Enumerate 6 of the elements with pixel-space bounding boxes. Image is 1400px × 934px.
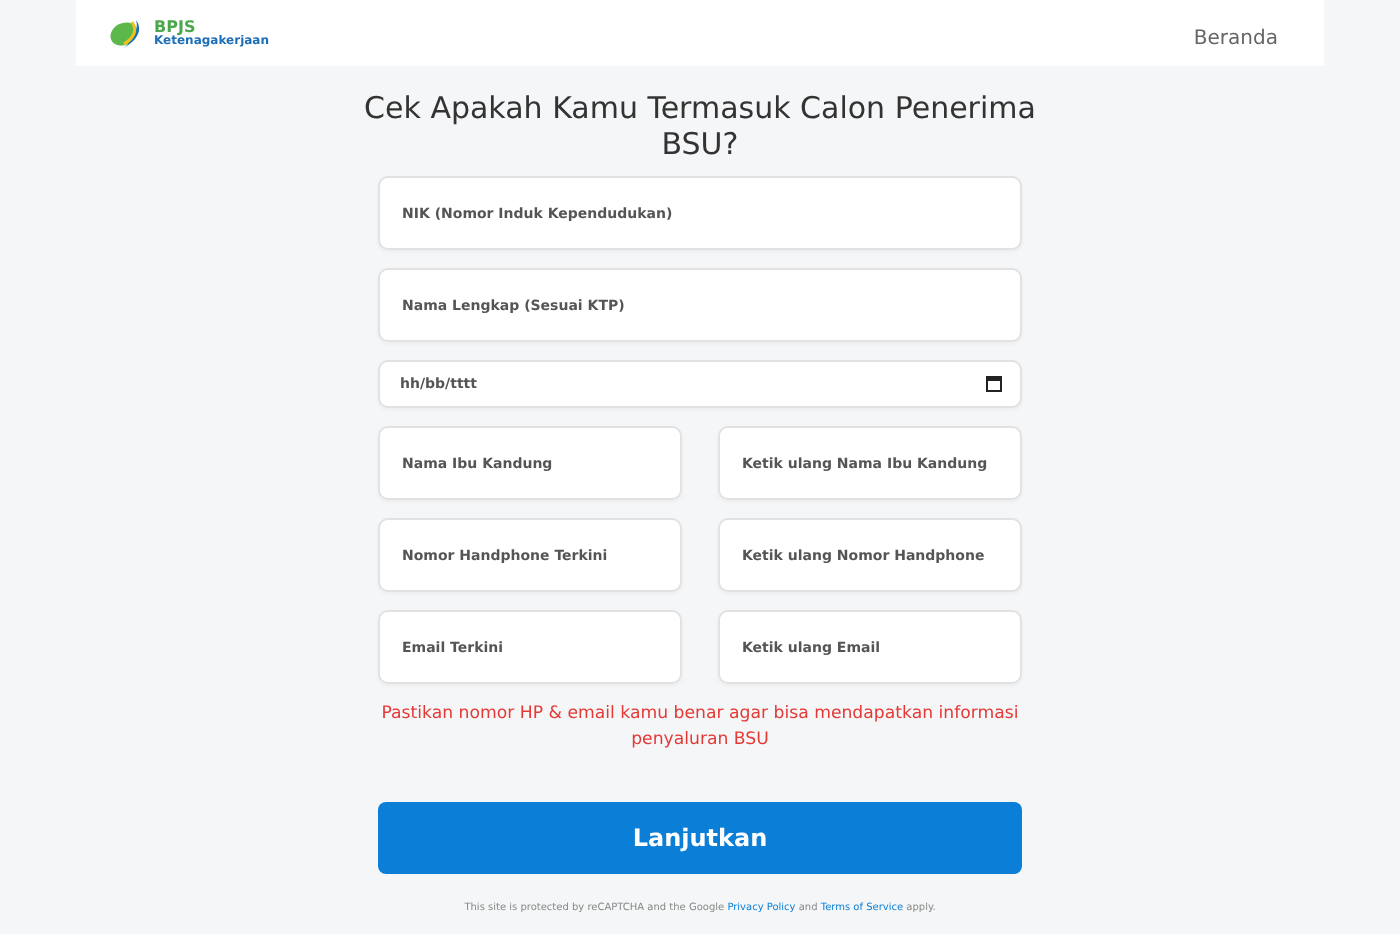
calendar-icon[interactable] [986,376,1002,392]
logo-title: BPJS [154,19,196,35]
form-title: Cek Apakah Kamu Termasuk Calon Penerima BSU? [362,90,1038,162]
warning-text: Pastikan nomor HP & email kamu benar agar bisa mendapatkan informasi penyaluran BSU [379,702,1021,754]
continue-button[interactable]: Lanjutkan [378,802,1022,874]
nav-link[interactable]: Beranda [1193,28,1278,50]
